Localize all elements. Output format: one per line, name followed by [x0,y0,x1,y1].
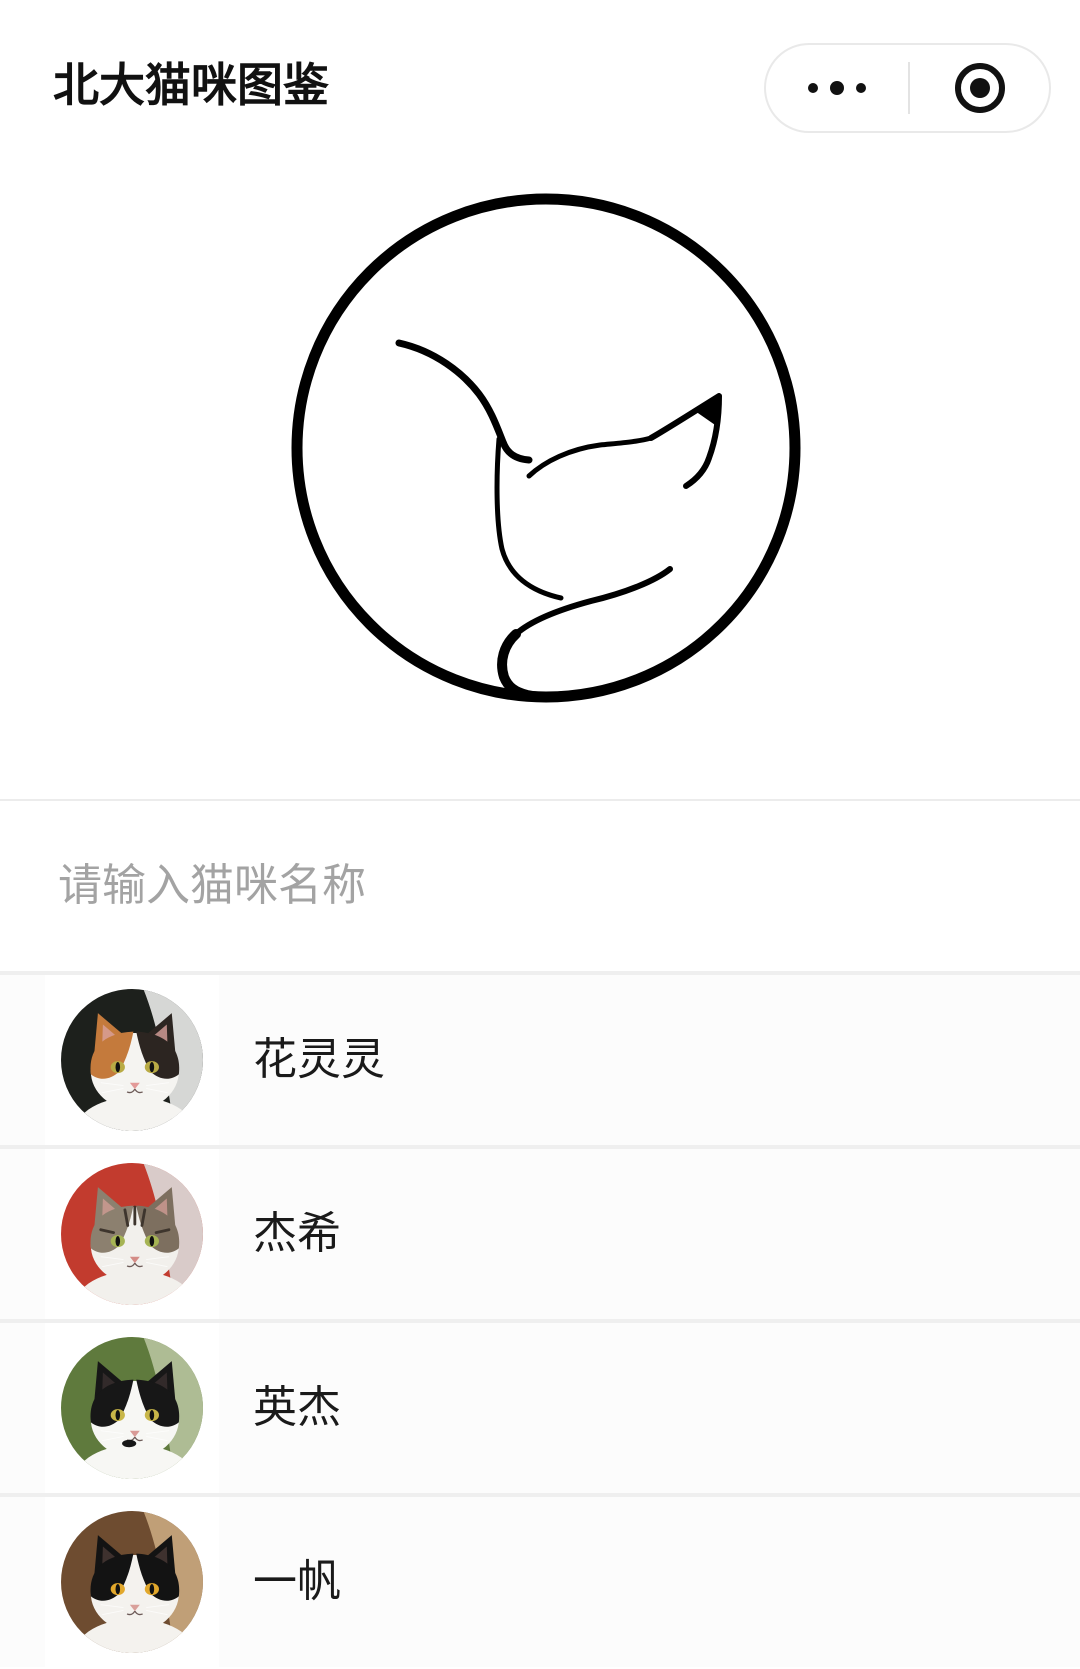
cat-pupil [149,1235,155,1247]
cat-pupil [115,1583,121,1595]
cat-pupil [115,1409,121,1421]
cat-pupil [149,1583,155,1595]
cat-list-item[interactable]: 花灵灵 [0,971,1080,1145]
dot [830,81,844,95]
cat-name: 英杰 [253,1383,341,1432]
cat-list: 花灵灵 杰希 英杰 一帆 [0,971,1080,1667]
cat-list-item[interactable]: 一帆 [0,1493,1080,1667]
cat-chin-spot [122,1439,137,1448]
cat-list-item[interactable]: 杰希 [0,1145,1080,1319]
cat-pupil [149,1409,155,1421]
cat-pupil [115,1061,121,1073]
avatar [61,989,203,1131]
avatar-cell [45,1497,219,1667]
dot [808,83,818,93]
search-bar [0,801,1080,971]
avatar [61,1163,203,1305]
cat-list-item[interactable]: 英杰 [0,1319,1080,1493]
logo-cat-head-top [526,435,654,479]
cat-logo [291,193,801,703]
cat-pupil [115,1235,121,1247]
cat-name-search-input[interactable] [0,801,1080,971]
logo-ring [291,193,801,703]
avatar [61,1511,203,1653]
cat-avatar-photo [61,1337,203,1479]
dot [856,83,866,93]
mini-program-capsule [764,43,1051,133]
target-circle-icon [954,63,1005,113]
more-menu-button[interactable] [766,45,908,131]
avatar-cell [45,975,219,1145]
cat-pupil [149,1061,155,1073]
logo-cat-left-ear [395,339,533,464]
close-mini-program-button[interactable] [910,45,1049,131]
cat-avatar-photo [61,989,203,1131]
cat-avatar-photo [61,1163,203,1305]
cat-name: 花灵灵 [253,1035,385,1084]
cat-name: 一帆 [253,1557,341,1606]
page-title: 北大猫咪图鉴 [53,58,329,112]
more-dots-icon [808,81,866,95]
cat-avatar-photo [61,1511,203,1653]
logo-cat-ear-tip [695,393,720,427]
target-center-dot [969,78,990,98]
cat-name: 杰希 [253,1209,341,1258]
logo-cat-tail [497,629,570,702]
avatar-cell [45,1149,219,1319]
avatar-cell [45,1323,219,1493]
avatar [61,1337,203,1479]
